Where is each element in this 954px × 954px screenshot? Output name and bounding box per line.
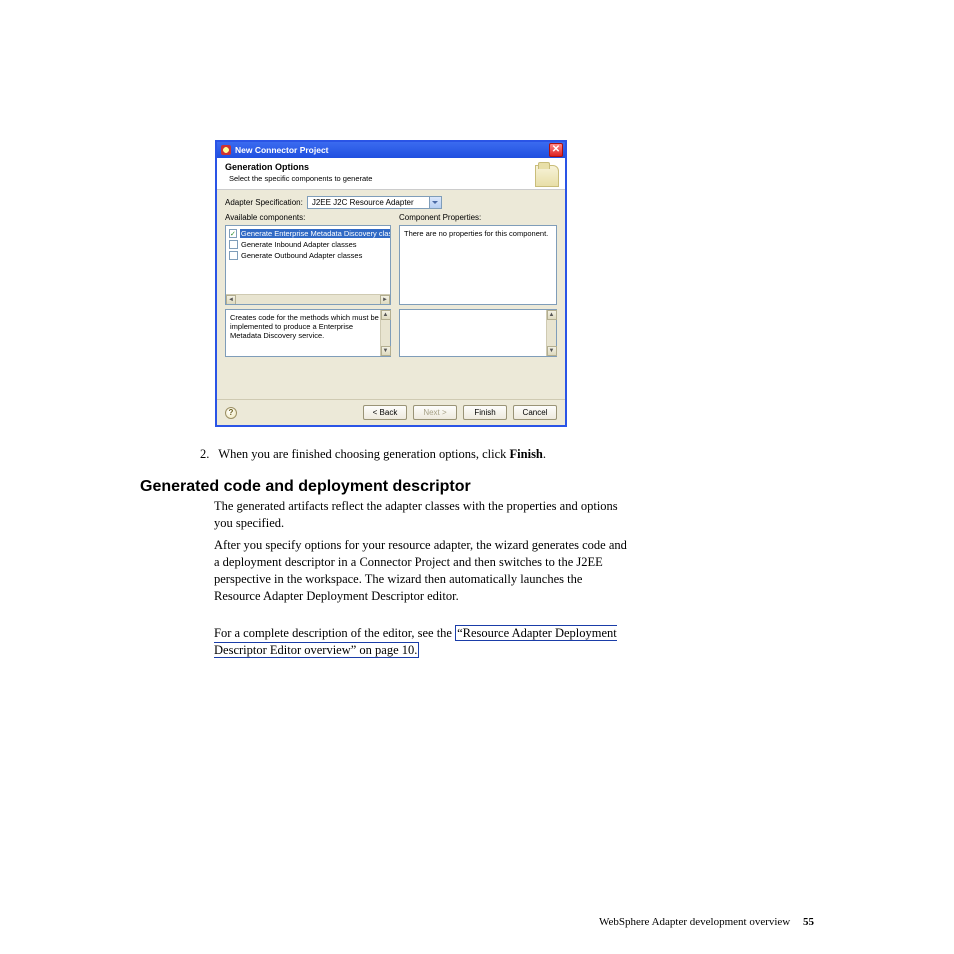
- scroll-right-icon[interactable]: ►: [380, 295, 390, 305]
- component-properties-label: Component Properties:: [399, 213, 557, 222]
- window-title: New Connector Project: [235, 145, 549, 155]
- property-value-editor[interactable]: ▲ ▼: [399, 309, 557, 357]
- folder-icon: [535, 165, 559, 187]
- paragraph: For a complete description of the editor…: [214, 625, 629, 659]
- next-button: Next >: [413, 405, 457, 420]
- components-tree[interactable]: ✓ Generate Enterprise Metadata Discovery…: [225, 225, 391, 305]
- help-icon[interactable]: ?: [225, 407, 237, 419]
- step-2: 2. When you are finished choosing genera…: [200, 447, 546, 462]
- cancel-button[interactable]: Cancel: [513, 405, 557, 420]
- banner-title: Generation Options: [225, 162, 557, 172]
- wizard-dialog: New Connector Project ✕ Generation Optio…: [215, 140, 567, 427]
- paragraph: After you specify options for your resou…: [214, 537, 629, 605]
- checkbox-icon[interactable]: [229, 251, 238, 260]
- scroll-up-icon[interactable]: ▲: [547, 310, 557, 320]
- adapter-spec-select[interactable]: J2EE J2C Resource Adapter: [307, 196, 442, 209]
- checkbox-checked-icon[interactable]: ✓: [229, 229, 237, 238]
- page-number: 55: [803, 916, 814, 928]
- checkbox-icon[interactable]: [229, 240, 238, 249]
- wizard-button-bar: ? < Back Next > Finish Cancel: [217, 399, 565, 425]
- tree-item[interactable]: ✓ Generate Enterprise Metadata Discovery…: [229, 228, 387, 239]
- properties-empty-text: There are no properties for this compone…: [404, 229, 548, 238]
- paragraph: The generated artifacts reflect the adap…: [214, 498, 629, 532]
- page-footer: WebSphere Adapter development overview 5…: [599, 916, 814, 928]
- wizard-banner: Generation Options Select the specific c…: [217, 158, 565, 190]
- vertical-scrollbar[interactable]: ▲ ▼: [380, 310, 390, 356]
- finish-button[interactable]: Finish: [463, 405, 507, 420]
- horizontal-scrollbar[interactable]: ◄ ►: [226, 294, 390, 304]
- component-description: Creates code for the methods which must …: [225, 309, 391, 357]
- tree-item[interactable]: Generate Outbound Adapter classes: [229, 250, 387, 261]
- scroll-left-icon[interactable]: ◄: [226, 295, 236, 305]
- adapter-spec-value: J2EE J2C Resource Adapter: [307, 196, 429, 209]
- available-components-label: Available components:: [225, 213, 391, 222]
- titlebar: New Connector Project ✕: [217, 142, 565, 158]
- chevron-down-icon[interactable]: [429, 196, 442, 209]
- scroll-down-icon[interactable]: ▼: [547, 346, 557, 356]
- close-icon[interactable]: ✕: [549, 143, 563, 157]
- vertical-scrollbar[interactable]: ▲ ▼: [546, 310, 556, 356]
- back-button[interactable]: < Back: [363, 405, 407, 420]
- tree-item[interactable]: Generate Inbound Adapter classes: [229, 239, 387, 250]
- app-icon: [221, 145, 231, 155]
- section-heading: Generated code and deployment descriptor: [140, 478, 471, 496]
- scroll-down-icon[interactable]: ▼: [381, 346, 391, 356]
- scroll-up-icon[interactable]: ▲: [381, 310, 391, 320]
- banner-subtitle: Select the specific components to genera…: [229, 174, 557, 183]
- adapter-spec-label: Adapter Specification:: [225, 198, 303, 207]
- component-properties-panel: There are no properties for this compone…: [399, 225, 557, 305]
